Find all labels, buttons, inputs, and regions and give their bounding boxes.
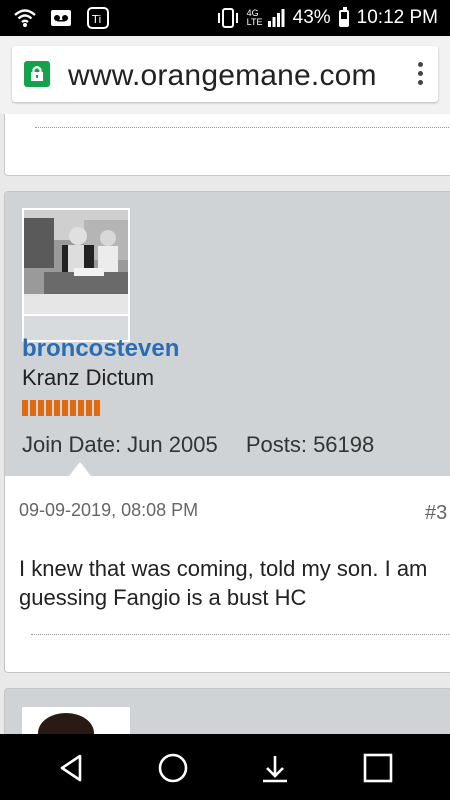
next-post-card (4, 688, 450, 734)
reputation-pip (94, 400, 100, 416)
reputation-pip (30, 400, 36, 416)
navigation-bar (0, 734, 450, 800)
forum-post: broncosteven Kranz Dictum Join Date: Jun… (4, 191, 450, 673)
home-icon[interactable] (157, 752, 189, 784)
reputation-pip (22, 400, 28, 416)
post-number-link[interactable]: #3 (425, 502, 447, 525)
post-count: Posts: 56198 (245, 432, 375, 457)
post-body: I knew that was coming, told my son. I a… (19, 554, 450, 612)
more-vert-icon[interactable] (416, 62, 424, 88)
clock: 10:12 PM (356, 7, 438, 28)
signal-icon (267, 9, 285, 27)
status-bar: Ti 4G LTE 43% 10:12 PM (0, 0, 450, 36)
recents-icon[interactable] (362, 752, 394, 784)
network-type: 4G LTE (246, 8, 263, 27)
forum-thread: broncosteven Kranz Dictum Join Date: Jun… (0, 114, 450, 734)
url-text[interactable]: www.orangemane.com (68, 59, 377, 93)
user-stats: Join Date: Jun 2005 Posts: 56198 (22, 432, 396, 458)
reputation-bar (22, 400, 100, 416)
post-text-line: I knew that was coming, told my son. I a… (19, 556, 428, 581)
voicemail-icon (51, 10, 71, 26)
reputation-pip (70, 400, 76, 416)
post-text-line: guessing Fangio is a bust HC (19, 585, 307, 610)
reputation-pip (78, 400, 84, 416)
speech-pointer (69, 462, 91, 476)
back-icon[interactable] (56, 752, 88, 784)
username-link[interactable]: broncosteven (22, 335, 179, 363)
reputation-pip (54, 400, 60, 416)
avatar[interactable] (22, 707, 130, 734)
user-info-panel: broncosteven Kranz Dictum Join Date: Jun… (5, 192, 450, 476)
download-icon[interactable] (259, 752, 291, 784)
post-divider (31, 634, 450, 635)
battery-percent: 43% (292, 7, 331, 28)
vibrate-icon (217, 8, 238, 28)
avatar[interactable] (22, 208, 130, 316)
wifi-icon (14, 9, 36, 27)
post-date: 09-09-2019, 08:08 PM (19, 500, 199, 520)
user-title: Kranz Dictum (22, 365, 155, 390)
address-bar[interactable]: www.orangemane.com (12, 46, 438, 102)
accessibility-icon: Ti (87, 7, 109, 29)
lock-icon[interactable] (24, 61, 50, 87)
reputation-pip (38, 400, 44, 416)
reputation-pip (86, 400, 92, 416)
post-divider (35, 127, 450, 128)
svg-text:Ti: Ti (91, 13, 101, 26)
join-date: Join Date: Jun 2005 (22, 432, 218, 457)
reputation-pip (46, 400, 52, 416)
previous-post-card (4, 114, 450, 176)
browser-toolbar: www.orangemane.com (0, 36, 450, 115)
reputation-pip (62, 400, 68, 416)
battery-icon (338, 6, 349, 27)
